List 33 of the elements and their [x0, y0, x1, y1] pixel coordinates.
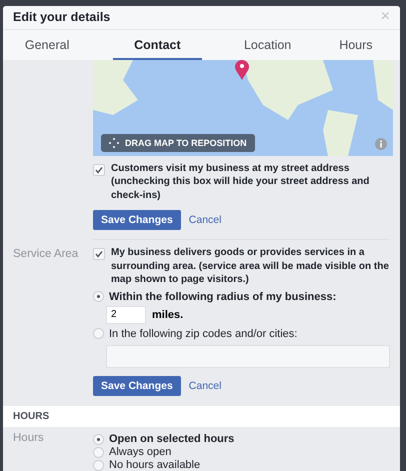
- cancel-link[interactable]: Cancel: [188, 214, 222, 226]
- radio-label: In the following zip codes and/or cities:: [109, 328, 298, 340]
- unit-label: miles.: [152, 308, 184, 321]
- tab[interactable]: Contact: [113, 30, 202, 60]
- save-changes-button[interactable]: Save Changes: [93, 210, 181, 230]
- radio-button[interactable]: [93, 328, 104, 340]
- radio-button[interactable]: [93, 291, 104, 302]
- dialog-title: Edit your details: [13, 10, 110, 24]
- radio-button[interactable]: [93, 434, 104, 444]
- tab[interactable]: General: [3, 30, 92, 60]
- checkbox-label: Customers visit my business at my street address (unchecking this box will hide your street address and check-ins): [111, 162, 370, 202]
- radio-button[interactable]: [93, 446, 104, 458]
- cities-input[interactable]: [106, 344, 390, 368]
- info-icon[interactable]: [375, 138, 387, 150]
- save-changes-button[interactable]: Save Changes: [93, 376, 181, 396]
- cancel-link[interactable]: Cancel: [188, 380, 222, 392]
- field-label: Service Area: [13, 247, 80, 262]
- checkbox[interactable]: [93, 164, 105, 176]
- field-label: Hours: [13, 431, 45, 446]
- radio-button[interactable]: [93, 460, 104, 470]
- move-icon: [109, 138, 119, 148]
- tab[interactable]: Location: [224, 30, 312, 60]
- radius-input[interactable]: 2: [106, 306, 146, 324]
- checkbox[interactable]: [93, 248, 105, 260]
- map-drawing[interactable]: DRAG MAP TO REPOSITION: [93, 60, 393, 156]
- radio-label: Always open: [109, 446, 172, 458]
- radio-label: No hours available: [109, 459, 200, 471]
- drag-map-button[interactable]: DRAG MAP TO REPOSITION: [101, 134, 255, 152]
- tab[interactable]: Hours: [312, 30, 400, 60]
- radio-label: Within the following radius of my business:: [109, 290, 336, 303]
- radio-label: Open on selected hours: [109, 433, 234, 445]
- section-heading: HOURS: [13, 410, 50, 422]
- checkbox-label: My business delivers goods or provides services in a surrounding area. (service area will be made visible on the map shown to page visitors.): [111, 246, 390, 287]
